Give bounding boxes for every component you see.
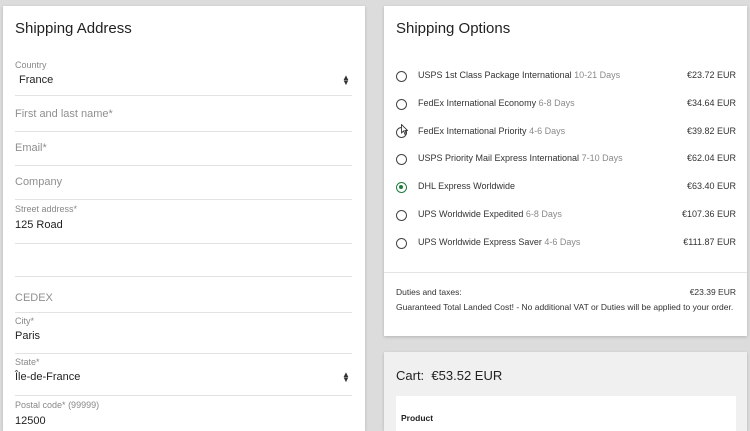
shipping-option[interactable]: DHL Express Worldwide €63.40 EUR: [396, 173, 736, 201]
city-field[interactable]: City* Paris: [15, 313, 352, 354]
shipping-option[interactable]: FedEx International Economy 6-8 Days €34.…: [396, 90, 736, 118]
shipping-option-carrier: UPS Worldwide Expedited: [418, 209, 524, 219]
column-header-product: Product: [401, 413, 434, 423]
shipping-option-days: 4-6 Days: [544, 236, 581, 247]
street-address-label: Street address*: [15, 204, 78, 214]
cedex-placeholder: CEDEX: [15, 292, 53, 304]
shipping-option-carrier: USPS Priority Mail Express International: [418, 153, 580, 164]
shipping-option-carrier: UPS Worldwide Express Saver: [418, 236, 542, 247]
shipping-option-carrier: FedEx International Economy: [418, 97, 537, 108]
postal-code-label: Postal code* (99999): [15, 400, 99, 410]
cedex-field[interactable]: CEDEX: [15, 277, 352, 313]
shipping-option-price: €111.87 EUR: [683, 236, 736, 247]
shipping-option-name: UPS Worldwide Expedited 6-8 Days: [418, 209, 562, 219]
country-label: Country: [15, 60, 47, 70]
shipping-option[interactable]: USPS Priority Mail Express International…: [396, 145, 736, 173]
country-value: France: [19, 74, 54, 86]
shipping-option-days: 10-21 Days: [574, 70, 621, 80]
shipping-option-price: €107.36 EUR: [681, 209, 736, 219]
city-label: City*: [15, 316, 35, 326]
shipping-option-days: 6-8 Days: [525, 209, 562, 219]
shipping-option-name: DHL Express Worldwide: [418, 181, 515, 191]
shipping-option-price: €63.40 EUR: [686, 181, 736, 192]
duties-row: Duties and taxes: €23.39 EUR: [396, 287, 736, 297]
shipping-option[interactable]: UPS Worldwide Express Saver 4-6 Days €111…: [396, 229, 736, 257]
shipping-option-price: €39.82 EUR: [686, 125, 736, 136]
radio-button[interactable]: [396, 154, 407, 166]
name-field[interactable]: First and last name*: [15, 96, 352, 132]
select-arrows-icon: ▲ ▼: [342, 370, 350, 384]
shipping-option[interactable]: FedEx International Priority 4-6 Days €39…: [396, 118, 736, 146]
duties-price: €23.39 EUR: [689, 287, 736, 297]
shipping-option-carrier: FedEx International Priority: [418, 125, 527, 136]
state-label: State*: [15, 357, 40, 367]
divider: [384, 272, 747, 273]
shipping-option-price: €34.64 EUR: [686, 97, 736, 108]
shipping-option[interactable]: UPS Worldwide Expedited 6-8 Days €107.36 …: [396, 201, 736, 229]
select-arrows-icon: ▲ ▼: [342, 73, 350, 87]
shipping-option-name: FedEx International Economy 6-8 Days: [418, 98, 575, 108]
radio-button[interactable]: [396, 237, 407, 249]
radio-button[interactable]: [396, 98, 407, 110]
country-select[interactable]: Country France ▲ ▼: [15, 58, 352, 96]
shipping-option-price: €62.04 EUR: [686, 153, 736, 164]
shipping-option-name: USPS Priority Mail Express International…: [418, 153, 623, 163]
street-address-field[interactable]: Street address* 125 Road: [15, 200, 352, 244]
cart-total: €53.52 EUR: [431, 368, 503, 383]
cart-label: Cart:: [396, 368, 425, 383]
email-field[interactable]: Email*: [15, 132, 352, 166]
shipping-address-card: Shipping Address Country France ▲ ▼ First…: [3, 6, 365, 431]
shipping-option-days: 4-6 Days: [529, 125, 566, 136]
postal-code-value: 12500: [15, 415, 46, 427]
street-address-value: 125 Road: [15, 219, 63, 231]
state-select[interactable]: State* Île-de-France ▲ ▼: [15, 354, 352, 396]
shipping-options-title: Shipping Options: [396, 20, 511, 37]
state-value: Île-de-France: [15, 371, 81, 383]
guarantee-text: Guaranteed Total Landed Cost! - No addit…: [396, 302, 734, 312]
cart-table: Product: [396, 396, 736, 431]
company-field[interactable]: Company: [15, 166, 352, 200]
duties-label: Duties and taxes:: [396, 287, 462, 297]
shipping-option-carrier: DHL Express Worldwide: [418, 181, 516, 192]
shipping-option[interactable]: USPS 1st Class Package International 10-…: [396, 62, 736, 90]
shipping-option-days: 6-8 Days: [538, 97, 575, 108]
cart-card: Cart: €53.52 EUR Product: [384, 352, 747, 431]
shipping-option-name: USPS 1st Class Package International 10-…: [418, 70, 620, 80]
name-placeholder: First and last name*: [15, 108, 113, 120]
mouse-cursor-icon: [401, 124, 408, 135]
shipping-option-name: FedEx International Priority 4-6 Days: [418, 126, 565, 136]
address-line-2-field[interactable]: [15, 244, 352, 277]
company-placeholder: Company: [15, 176, 63, 188]
shipping-address-title: Shipping Address: [15, 20, 132, 37]
radio-button[interactable]: [396, 182, 407, 194]
radio-button[interactable]: [396, 210, 407, 221]
shipping-option-name: UPS Worldwide Express Saver 4-6 Days: [418, 237, 580, 247]
cart-title: Cart: €53.52 EUR: [396, 368, 502, 383]
postal-code-label-text: Postal code*: [15, 400, 66, 410]
radio-button[interactable]: [396, 71, 407, 82]
shipping-option-price: €23.72 EUR: [686, 70, 736, 80]
city-value: Paris: [15, 330, 41, 342]
shipping-option-days: 7-10 Days: [581, 153, 623, 164]
email-placeholder: Email*: [15, 142, 47, 154]
postal-code-field[interactable]: Postal code* (99999) 12500: [15, 396, 352, 431]
shipping-option-carrier: USPS 1st Class Package International: [418, 70, 572, 80]
postal-code-hint: (99999): [68, 400, 100, 410]
